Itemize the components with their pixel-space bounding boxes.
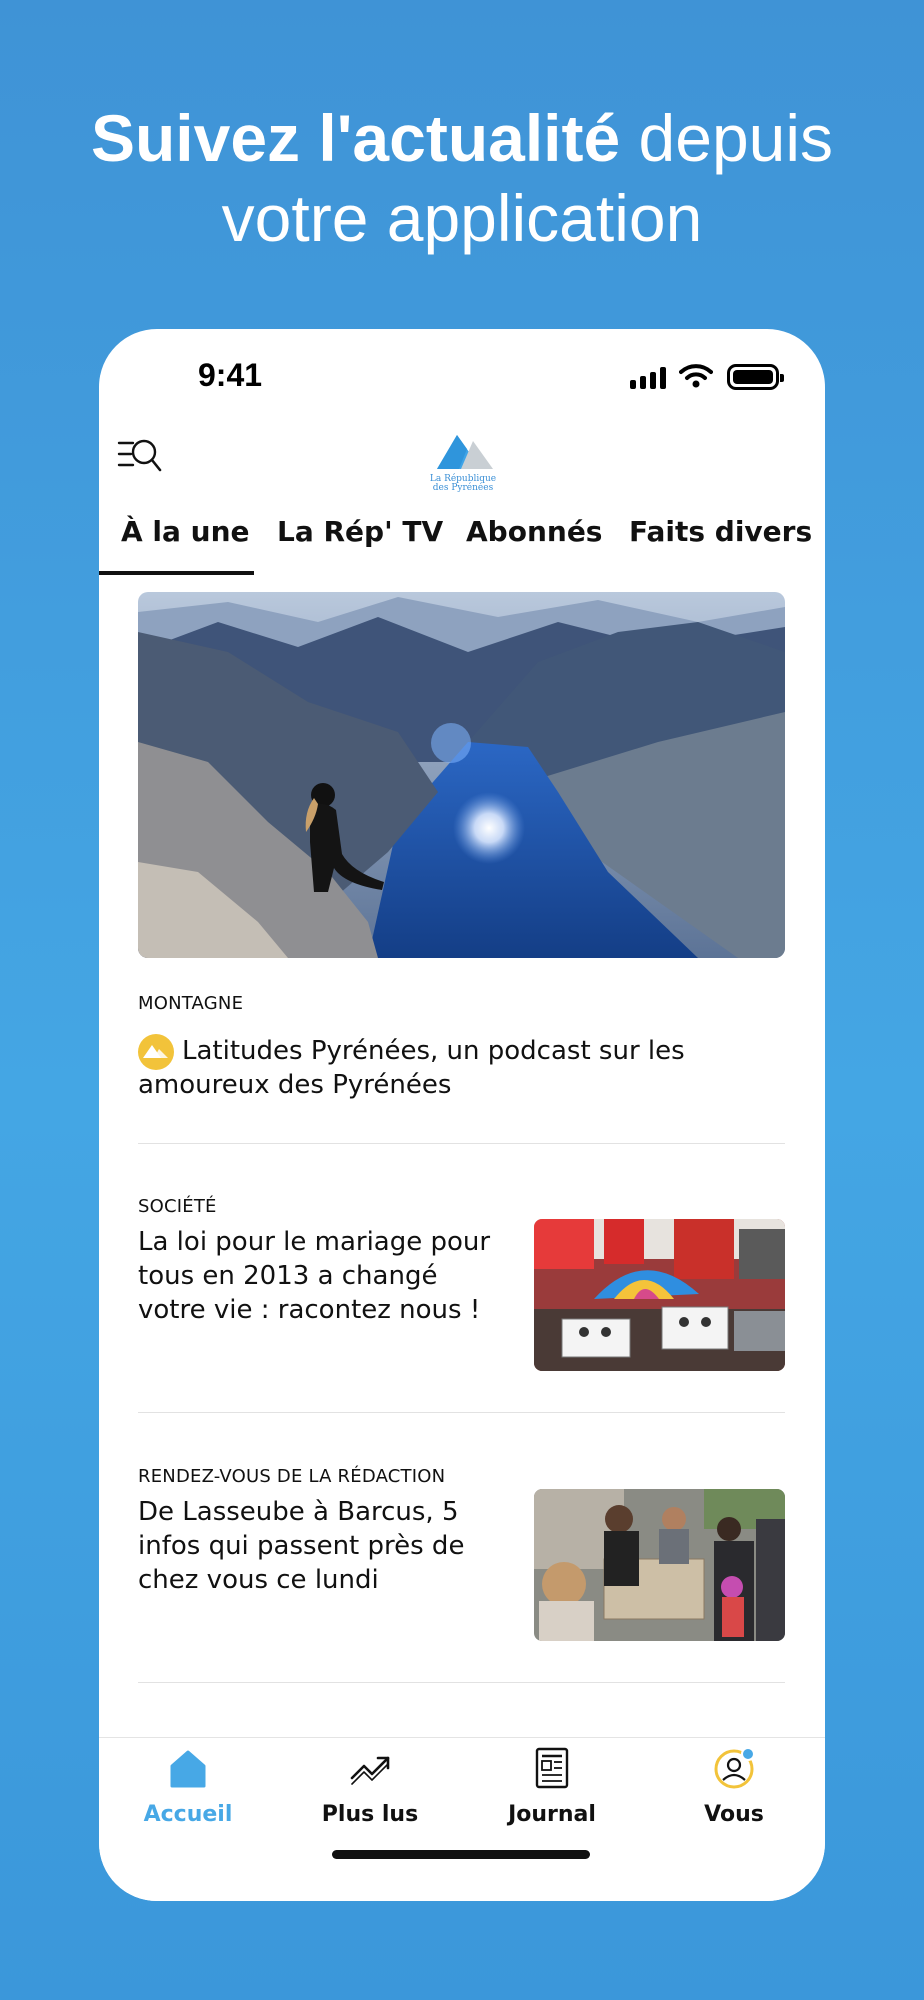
home-icon bbox=[170, 1750, 206, 1788]
home-indicator[interactable] bbox=[332, 1850, 590, 1859]
hero-image[interactable] bbox=[138, 592, 785, 958]
nav-journal[interactable]: Journal bbox=[477, 1746, 627, 1827]
status-bar: 9:41 bbox=[99, 329, 825, 419]
nav-plus-lus-label: Plus lus bbox=[321, 1802, 419, 1827]
nav-journal-label: Journal bbox=[508, 1802, 596, 1827]
school-visit-image bbox=[534, 1489, 785, 1641]
promo-headline-bold: Suivez l'actualité bbox=[90, 101, 621, 175]
active-tab-indicator bbox=[99, 571, 254, 575]
signal-icon bbox=[630, 367, 666, 389]
promo-headline-line2: votre application bbox=[221, 181, 703, 255]
nav-vous[interactable]: Vous bbox=[659, 1746, 809, 1827]
nav-accueil[interactable]: Accueil bbox=[113, 1746, 263, 1827]
article-2-category: SOCIÉTÉ bbox=[138, 1196, 217, 1217]
article-divider bbox=[138, 1412, 785, 1413]
tab-abonnes[interactable]: Abonnés bbox=[466, 515, 602, 548]
logo-text: La République des Pyrénées bbox=[429, 474, 497, 493]
app-logo[interactable]: La République des Pyrénées bbox=[429, 429, 497, 499]
article-1-title[interactable]: Latitudes Pyrénées, un podcast sur les a… bbox=[138, 1034, 758, 1102]
promo-headline-rest: depuis bbox=[620, 101, 834, 175]
article-3-title[interactable]: De Lasseube à Barcus, 5 infos qui passen… bbox=[138, 1495, 508, 1597]
user-icon bbox=[714, 1747, 755, 1789]
nav-plus-lus[interactable]: Plus lus bbox=[295, 1746, 445, 1827]
tab-a-la-une[interactable]: À la une bbox=[121, 515, 250, 548]
protest-image bbox=[534, 1219, 785, 1371]
tab-la-rep-tv[interactable]: La Rép' TV bbox=[277, 515, 443, 548]
article-divider bbox=[138, 1143, 785, 1144]
nav-accueil-label: Accueil bbox=[143, 1802, 233, 1827]
logo-mountain-icon bbox=[437, 435, 493, 469]
article-3-thumbnail[interactable] bbox=[534, 1489, 785, 1641]
phone-frame: 9:41 La République des Pyrénées À la une… bbox=[99, 329, 825, 1901]
promo-headline-line1: Suivez l'actualité depuis bbox=[0, 98, 924, 178]
bottom-nav: Accueil Plus lus Journal Vous bbox=[99, 1737, 825, 1901]
hero-landscape-image bbox=[138, 592, 785, 958]
article-divider bbox=[138, 1682, 785, 1683]
category-tabs: À la une La Rép' TV Abonnés Faits divers bbox=[99, 515, 825, 575]
article-1-category: MONTAGNE bbox=[138, 993, 244, 1014]
trending-icon bbox=[350, 1756, 390, 1785]
menu-search-icon[interactable] bbox=[117, 434, 163, 480]
article-3-category: RENDEZ-VOUS DE LA RÉDACTION bbox=[138, 1466, 446, 1487]
tab-faits-divers[interactable]: Faits divers bbox=[629, 515, 812, 548]
wifi-icon bbox=[679, 364, 713, 388]
nav-vous-label: Vous bbox=[704, 1802, 764, 1827]
status-time: 9:41 bbox=[198, 357, 263, 393]
promo-headline: Suivez l'actualité depuis votre applicat… bbox=[0, 98, 924, 258]
newspaper-icon bbox=[535, 1747, 569, 1789]
battery-icon bbox=[727, 364, 784, 390]
article-2-thumbnail[interactable] bbox=[534, 1219, 785, 1371]
article-2-title[interactable]: La loi pour le mariage pour tous en 2013… bbox=[138, 1225, 508, 1327]
